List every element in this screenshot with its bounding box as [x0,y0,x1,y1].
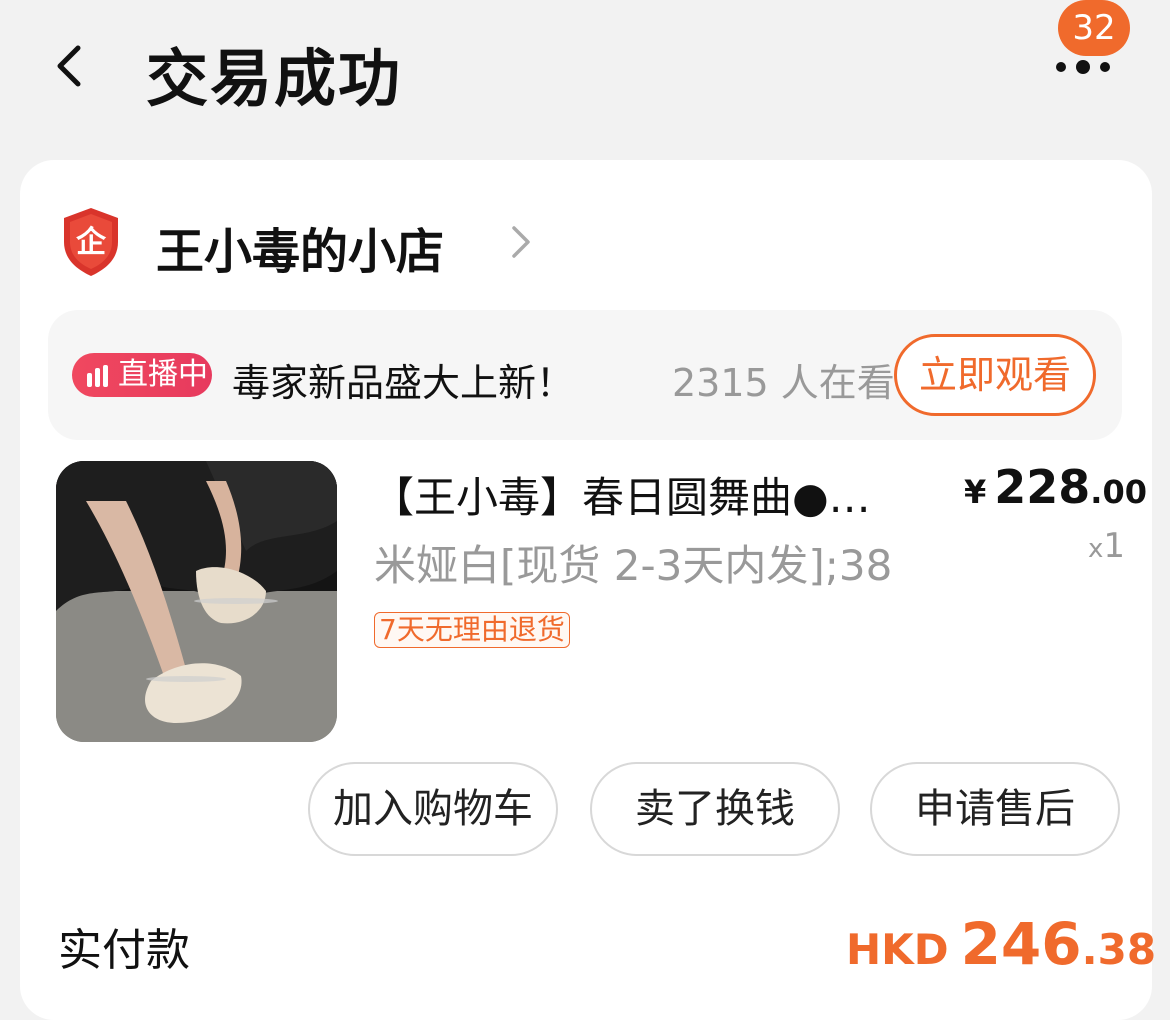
after-sale-button[interactable]: 申请售后 [870,762,1120,856]
live-stream-banner[interactable]: 直播中 毒家新品盛大上新！ 2315 人在看 立即观看 [48,310,1122,440]
paid-amount-value: HKD 246.38 [846,910,1156,978]
more-menu-button[interactable]: 32 [1050,0,1140,90]
shop-header[interactable]: 企 王小毒的小店 [60,204,760,280]
product-quantity: x1 [1088,526,1125,566]
more-dots-icon [1056,60,1110,74]
quantity-prefix: x [1088,534,1104,564]
paid-currency: HKD [846,925,949,974]
shop-shield-icon: 企 [60,206,122,278]
quantity-value: 1 [1103,526,1126,566]
price-symbol: ¥ [964,473,987,511]
return-policy-tag: 7天无理由退货 [374,612,570,648]
product-title[interactable]: 【王小毒】春日圆舞曲●… [372,464,912,525]
order-card: 企 王小毒的小店 直播中 毒家新品盛大上新！ 2315 人在看 立即观看 【王小… [20,160,1156,1020]
live-tag-label: 直播中 [118,357,208,392]
live-status-tag: 直播中 [72,353,212,397]
paid-decimal: .38 [1081,925,1157,974]
live-bars-icon [87,365,108,387]
resell-button[interactable]: 卖了换钱 [590,762,840,856]
shop-name: 王小毒的小店 [156,224,445,280]
add-to-cart-button[interactable]: 加入购物车 [308,762,558,856]
product-price: ¥228.00 [964,460,1147,514]
page-title: 交易成功 [146,42,403,115]
product-sku: 米娅白[现货 2-3天内发];38 [374,541,893,590]
price-decimal: .00 [1090,473,1147,511]
price-integer: 228 [994,460,1091,514]
back-arrow-icon[interactable] [48,38,92,94]
paid-integer: 246 [960,910,1082,978]
shop-logo-glyph: 企 [76,225,107,260]
top-navigation-bar: 交易成功 32 [0,0,1170,150]
watch-now-button[interactable]: 立即观看 [894,334,1096,416]
message-count-badge: 32 [1058,0,1130,56]
paid-amount-label: 实付款 [58,925,190,976]
live-stream-text: 毒家新品盛大上新！ [232,361,575,405]
viewer-count: 2315 人在看 [672,361,895,405]
chevron-right-icon [508,222,534,262]
product-image[interactable] [56,461,337,742]
